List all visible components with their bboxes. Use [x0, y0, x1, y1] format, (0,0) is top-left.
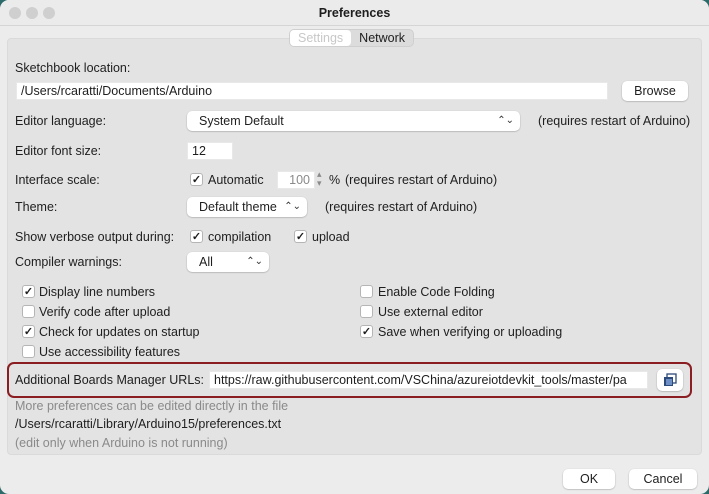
verbose-label: Show verbose output during:: [15, 230, 175, 244]
verify-after-upload-label: Verify code after upload: [39, 305, 171, 319]
boards-url-input[interactable]: https://raw.githubusercontent.com/VSChin…: [209, 371, 648, 389]
chevron-updown-icon: ⌃⌄: [497, 115, 514, 126]
ok-button[interactable]: OK: [563, 469, 615, 489]
code-folding-label: Enable Code Folding: [378, 285, 495, 299]
verbose-compilation-label: compilation: [208, 230, 272, 244]
tab-bar: Settings Network: [289, 29, 415, 47]
more-prefs-note: More preferences can be edited directly …: [15, 399, 289, 413]
tab-settings[interactable]: Settings: [290, 30, 352, 46]
code-folding-checkbox[interactable]: [360, 285, 373, 298]
language-select[interactable]: System Default ⌃⌄: [187, 111, 520, 131]
font-size-input[interactable]: 12: [187, 142, 233, 160]
boards-url-label: Additional Boards Manager URLs:: [15, 373, 204, 387]
preferences-window: Preferences Settings Network Sketchbook …: [0, 0, 709, 494]
language-note: (requires restart of Arduino): [538, 114, 691, 128]
language-label: Editor language:: [15, 114, 107, 128]
warnings-label: Compiler warnings:: [15, 255, 122, 269]
prefs-file-path: /Users/rcaratti/Library/Arduino15/prefer…: [15, 417, 282, 431]
scale-automatic-label: Automatic: [208, 173, 264, 187]
chevron-updown-icon: ⌃⌄: [246, 256, 263, 267]
save-on-verify-checkbox[interactable]: ✓: [360, 325, 373, 338]
external-editor-label: Use external editor: [378, 305, 483, 319]
window-copy-icon: [664, 373, 677, 386]
window-title: Preferences: [318, 6, 391, 20]
scale-stepper[interactable]: ▴ ▾: [317, 170, 322, 188]
verify-after-upload-checkbox[interactable]: [22, 305, 35, 318]
sketchbook-label: Sketchbook location:: [15, 61, 131, 75]
accessibility-label: Use accessibility features: [39, 345, 181, 359]
scale-automatic-checkbox[interactable]: ✓: [190, 173, 203, 186]
scale-input[interactable]: 100: [277, 171, 315, 189]
scale-unit: %: [329, 173, 341, 187]
display-line-numbers-checkbox[interactable]: ✓: [22, 285, 35, 298]
boards-url-edit-button[interactable]: [657, 369, 683, 391]
scale-note: (requires restart of Arduino): [345, 173, 498, 187]
verbose-upload-label: upload: [312, 230, 350, 244]
sketchbook-input[interactable]: /Users/rcaratti/Documents/Arduino: [16, 82, 608, 100]
browse-button[interactable]: Browse: [622, 81, 688, 101]
theme-value: Default theme: [199, 200, 277, 214]
title-bar: Preferences: [0, 0, 709, 26]
theme-label: Theme:: [15, 200, 58, 214]
display-line-numbers-label: Display line numbers: [39, 285, 156, 299]
save-on-verify-label: Save when verifying or uploading: [378, 325, 563, 339]
scale-label: Interface scale:: [15, 173, 100, 187]
verbose-upload-checkbox[interactable]: ✓: [294, 230, 307, 243]
tab-network[interactable]: Network: [351, 30, 413, 46]
language-value: System Default: [199, 114, 284, 128]
warnings-select[interactable]: All ⌃⌄: [187, 252, 269, 272]
chevron-updown-icon: ⌃⌄: [284, 201, 301, 212]
font-size-label: Editor font size:: [15, 144, 102, 158]
external-editor-checkbox[interactable]: [360, 305, 373, 318]
verbose-compilation-checkbox[interactable]: ✓: [190, 230, 203, 243]
accessibility-checkbox[interactable]: [22, 345, 35, 358]
warnings-value: All: [199, 255, 213, 269]
theme-note: (requires restart of Arduino): [325, 200, 478, 214]
check-updates-label: Check for updates on startup: [39, 325, 200, 339]
theme-select[interactable]: Default theme ⌃⌄: [187, 197, 307, 217]
edit-note: (edit only when Arduino is not running): [15, 436, 228, 450]
check-updates-checkbox[interactable]: ✓: [22, 325, 35, 338]
cancel-button[interactable]: Cancel: [629, 469, 697, 489]
